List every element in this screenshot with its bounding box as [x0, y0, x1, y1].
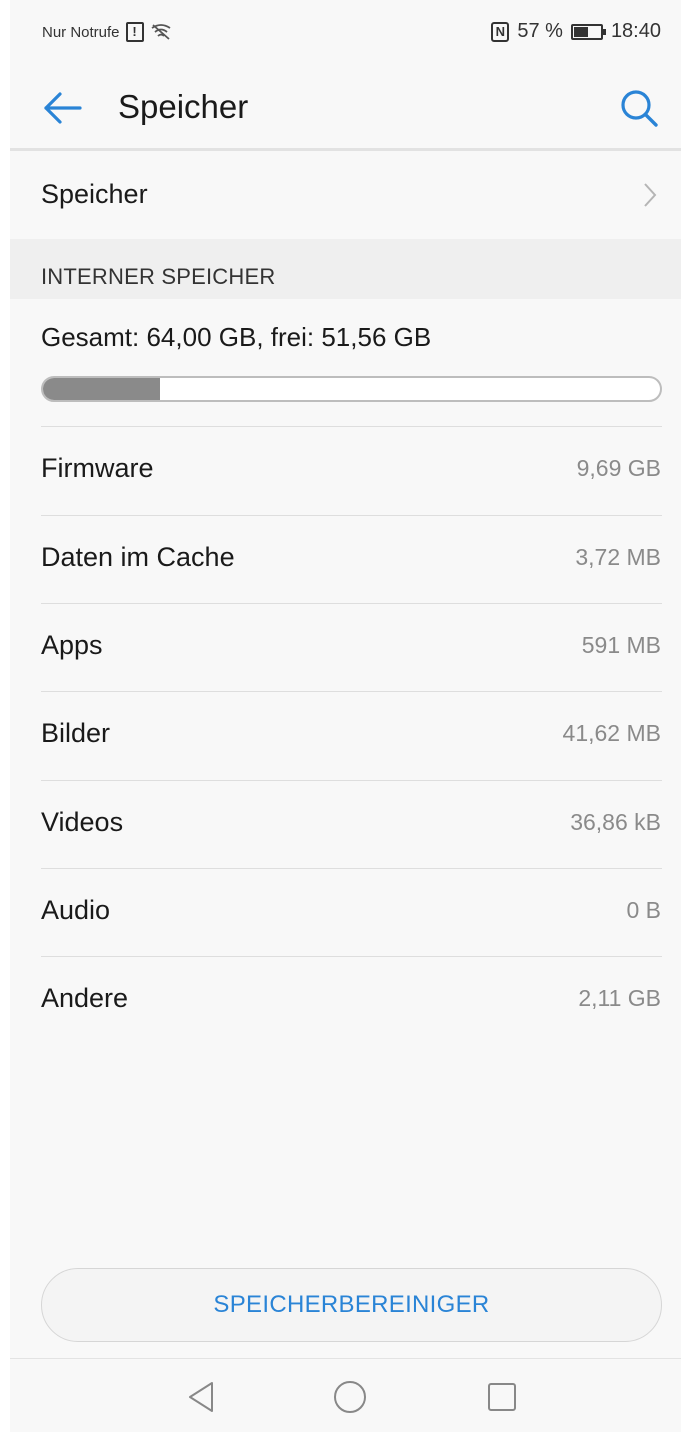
clock: 18:40	[610, 20, 661, 42]
storage-item-videos[interactable]: Videos 36,86 kB	[10, 781, 681, 869]
item-size: 591 MB	[581, 632, 661, 658]
battery-level	[573, 26, 588, 37]
storage-row-label: Speicher	[41, 179, 148, 209]
item-name: Apps	[41, 630, 103, 660]
system-nav-bar	[10, 1358, 681, 1432]
item-size: 41,62 MB	[562, 720, 661, 746]
storage-item-apps[interactable]: Apps 591 MB	[10, 604, 681, 692]
recents-square-icon[interactable]	[482, 1377, 522, 1417]
storage-item-firmware[interactable]: Firmware 9,69 GB	[10, 427, 681, 515]
section-header-label: INTERNER SPEICHER	[41, 264, 276, 289]
status-left: Nur Notrufe !	[42, 22, 172, 42]
storage-item-other[interactable]: Andere 2,11 GB	[10, 957, 681, 1045]
wifi-off-icon	[151, 24, 171, 40]
section-header: INTERNER SPEICHER	[10, 239, 681, 299]
battery-icon	[570, 23, 606, 40]
item-name: Daten im Cache	[41, 542, 235, 572]
nfc-icon: N	[491, 21, 510, 42]
item-name: Bilder	[41, 718, 111, 748]
item-size: 9,69 GB	[576, 455, 661, 481]
home-circle-icon[interactable]	[330, 1377, 370, 1417]
storage-usage-fill	[43, 378, 161, 400]
item-size: 3,72 MB	[575, 544, 661, 570]
sim-alert-icon: !	[125, 22, 144, 42]
status-bar: Nur Notrufe ! N 57 % 18:40	[10, 0, 681, 66]
storage-item-images[interactable]: Bilder 41,62 MB	[10, 692, 681, 780]
back-triangle-icon[interactable]	[182, 1377, 222, 1417]
storage-summary: Gesamt: 64,00 GB, frei: 51,56 GB	[41, 322, 432, 352]
arrow-left-icon[interactable]	[40, 86, 84, 130]
item-name: Audio	[41, 895, 111, 925]
storage-screen: Nur Notrufe ! N 57 % 18:40 Speicher Spei…	[10, 0, 681, 1432]
storage-cleaner-button[interactable]: SPEICHERBEREINIGER	[41, 1268, 662, 1342]
item-name: Videos	[41, 807, 124, 837]
item-name: Andere	[41, 983, 129, 1013]
item-size: 2,11 GB	[578, 985, 661, 1011]
item-name: Firmware	[41, 453, 154, 483]
storage-usage-bar	[41, 376, 662, 402]
storage-settings-row[interactable]: Speicher	[10, 151, 681, 239]
carrier-text: Nur Notrufe	[42, 23, 120, 41]
battery-percent: 57 %	[517, 20, 563, 42]
storage-item-cache[interactable]: Daten im Cache 3,72 MB	[10, 516, 681, 604]
page-title: Speicher	[118, 88, 249, 125]
chevron-right-icon	[644, 183, 657, 207]
app-bar: Speicher	[10, 66, 681, 148]
status-right: N 57 % 18:40	[491, 20, 661, 43]
search-icon[interactable]	[617, 86, 661, 130]
item-size: 36,86 kB	[570, 809, 661, 835]
storage-item-audio[interactable]: Audio 0 B	[10, 869, 681, 957]
item-size: 0 B	[626, 897, 661, 923]
